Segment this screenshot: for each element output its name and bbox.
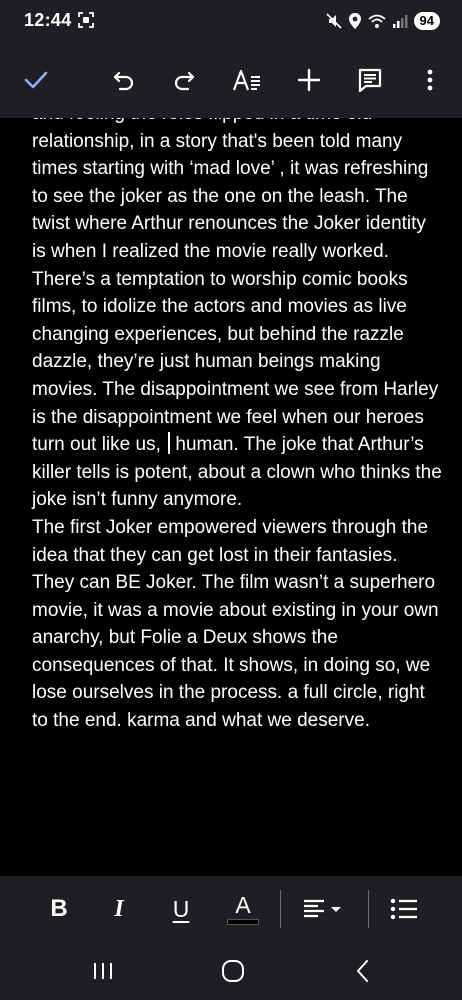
text-color-swatch: [227, 919, 259, 925]
navigation-bar: [0, 942, 462, 1000]
text-format-icon[interactable]: [229, 64, 265, 96]
back-icon[interactable]: [348, 956, 378, 986]
wifi-icon: [367, 13, 386, 29]
redo-icon[interactable]: [168, 64, 200, 96]
underline-button[interactable]: U: [168, 892, 194, 926]
signal-icon: [392, 13, 408, 29]
paragraph-text: The first Joker empowered viewers throug…: [32, 516, 439, 732]
document-text[interactable]: and feeling the roles flipped in a time …: [32, 118, 444, 735]
text-cursor: [168, 432, 171, 455]
battery-badge: 94: [413, 12, 440, 30]
more-options-icon[interactable]: [414, 64, 446, 96]
undo-icon[interactable]: [108, 64, 140, 96]
format-toolbar: B I U A: [0, 876, 462, 942]
comment-icon[interactable]: [354, 64, 386, 96]
screen: 12:44 94 relationship, in a story that's…: [0, 0, 462, 1000]
screenshot-icon: [78, 12, 94, 28]
align-icon[interactable]: [302, 892, 346, 926]
recent-apps-icon[interactable]: [88, 956, 118, 986]
bulleted-list-icon[interactable]: [390, 892, 418, 926]
status-bar: 12:44 94: [0, 0, 462, 42]
mute-icon: [325, 13, 342, 29]
text-color-label: A: [235, 892, 251, 918]
paragraph[interactable]: and feeling the roles flipped in a time …: [32, 118, 444, 514]
status-icons: 94: [325, 9, 440, 33]
italic-button[interactable]: I: [108, 892, 130, 926]
divider: [368, 890, 369, 928]
document-body[interactable]: and feeling the roles flipped in a time …: [0, 118, 462, 876]
paragraph[interactable]: The first Joker empowered viewers throug…: [32, 514, 444, 735]
status-time: 12:44: [24, 10, 72, 30]
home-icon[interactable]: [218, 956, 248, 986]
bold-button[interactable]: B: [48, 892, 70, 926]
check-icon[interactable]: [20, 64, 52, 96]
divider: [280, 890, 281, 928]
paragraph-text: and feeling the roles flipped in a time …: [32, 118, 439, 456]
edit-toolbar: [0, 42, 462, 118]
add-icon[interactable]: [293, 64, 325, 96]
location-icon: [348, 13, 362, 29]
text-color-button[interactable]: A: [227, 892, 259, 926]
